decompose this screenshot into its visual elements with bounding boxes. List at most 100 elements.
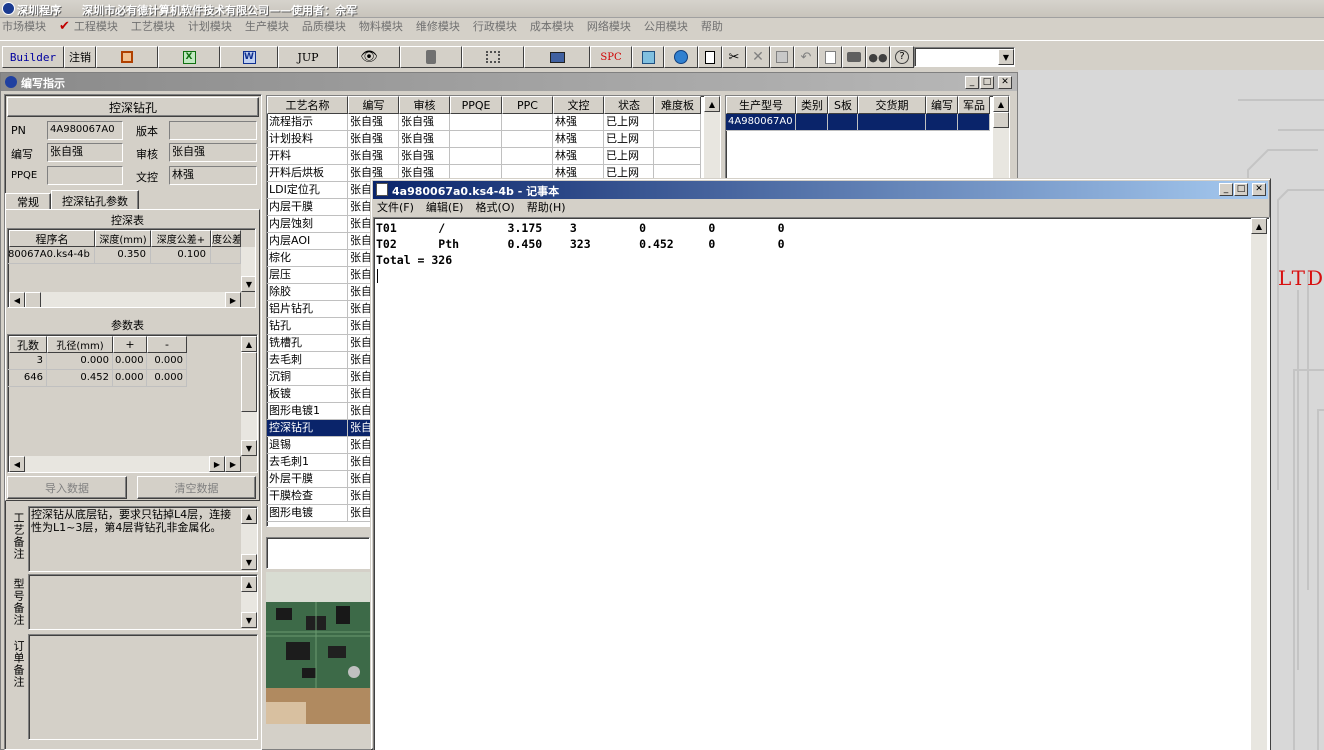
process-cell[interactable] — [654, 114, 701, 131]
process-name-cell[interactable]: 去毛刺1 — [267, 454, 348, 471]
scroll-down-icon[interactable]: ▼ — [241, 276, 255, 292]
menu-item[interactable]: 工程模块 — [74, 20, 118, 33]
scroll-down-icon[interactable]: ▼ — [241, 440, 257, 456]
undo-icon-button[interactable]: ↶ — [794, 46, 818, 68]
toolbar-dropdown[interactable]: ▼ — [914, 47, 1015, 67]
maximize-button[interactable]: □ — [980, 76, 994, 89]
eye-icon-button[interactable]: 👁 — [338, 46, 400, 68]
process-col-header[interactable]: 文控 — [553, 96, 604, 114]
scroll-left-icon[interactable]: ◀ — [9, 456, 25, 472]
product-col-header[interactable]: S板 — [828, 96, 858, 114]
param-cell[interactable]: 0.000 — [47, 353, 113, 370]
product-col-header[interactable]: 类别 — [796, 96, 828, 114]
param-cell[interactable]: 0.000 — [147, 353, 187, 370]
process-name-cell[interactable]: 开料后烘板 — [267, 165, 348, 182]
notepad-menu-item[interactable]: 帮助(H) — [527, 200, 566, 216]
param-table-vscroll[interactable]: ▲ ▼ — [241, 336, 257, 456]
new-icon-button[interactable] — [698, 46, 722, 68]
notepad-vscroll[interactable]: ▲ — [1251, 218, 1267, 750]
depth-table-vscroll[interactable]: ▼ — [241, 247, 255, 292]
menu-item[interactable]: 维修模块 — [416, 20, 460, 33]
process-name-cell[interactable]: 外层干膜 — [267, 471, 348, 488]
process-cell[interactable]: 林强 — [553, 148, 604, 165]
param-cell[interactable]: 3 — [8, 353, 47, 370]
notepad-menu-item[interactable]: 格式(O) — [475, 200, 514, 216]
product-col-header[interactable]: 交货期 — [858, 96, 926, 114]
order-note-text[interactable] — [28, 634, 258, 740]
scroll-right-icon[interactable]: ▶ — [225, 292, 241, 307]
globe-icon-button[interactable] — [664, 46, 698, 68]
scroll-thumb[interactable] — [241, 352, 257, 412]
depth-table-hscroll[interactable]: ◀ ▶ — [9, 292, 241, 307]
save-icon-button[interactable] — [770, 46, 794, 68]
scroll-up-icon[interactable]: ▲ — [241, 576, 257, 592]
process-cell[interactable] — [502, 131, 553, 148]
print-icon-button[interactable] — [842, 46, 866, 68]
word-icon-button[interactable]: W — [220, 46, 278, 68]
jup-button[interactable]: JUP — [278, 46, 338, 68]
depth-cell-tol-minus[interactable] — [211, 247, 241, 264]
process-note-text[interactable]: 控深钻从底层钻，要求只钻掉L4层，连接性为L1~3层，第4层背钻孔非金属化。 ▲… — [28, 506, 258, 572]
process-cell[interactable] — [450, 148, 502, 165]
menu-item[interactable]: 网络模块 — [587, 20, 631, 33]
process-cell[interactable] — [654, 131, 701, 148]
menu-item[interactable]: 物料模块 — [359, 20, 403, 33]
param-col-diameter[interactable]: 孔径(mm) — [47, 336, 113, 353]
process-name-cell[interactable]: 棕化 — [267, 250, 348, 267]
depth-col-tol-plus[interactable]: 深度公差+ — [151, 230, 211, 247]
process-name-cell[interactable]: LDI定位孔 — [267, 182, 348, 199]
param-col-plus[interactable]: + — [113, 336, 147, 353]
note-vscroll[interactable]: ▲ ▼ — [241, 508, 257, 570]
ppqe-field[interactable] — [47, 166, 123, 185]
process-cell[interactable]: 张自强 — [348, 131, 399, 148]
notepad-maximize-button[interactable]: □ — [1234, 183, 1248, 196]
scroll-down-icon[interactable]: ▼ — [241, 554, 257, 570]
process-name-cell[interactable]: 除胶 — [267, 284, 348, 301]
param-cell[interactable]: 646 — [8, 370, 47, 387]
product-col-header[interactable]: 军品 — [958, 96, 990, 114]
product-col-header[interactable]: 编写 — [926, 96, 958, 114]
process-cell[interactable]: 林强 — [553, 114, 604, 131]
process-col-header[interactable]: 编写 — [348, 96, 399, 114]
process-cell[interactable] — [450, 114, 502, 131]
process-name-cell[interactable]: 计划投料 — [267, 131, 348, 148]
product-cell[interactable] — [828, 114, 858, 131]
scroll-right-icon[interactable]: ▶ — [209, 456, 225, 472]
process-search-input[interactable] — [266, 537, 370, 569]
help-icon-button[interactable]: ? — [890, 46, 914, 68]
menu-item[interactable]: 行政模块 — [473, 20, 517, 33]
close-button[interactable]: ✕ — [998, 76, 1012, 89]
notepad-minimize-button[interactable]: _ — [1219, 183, 1233, 196]
process-cell[interactable]: 林强 — [553, 131, 604, 148]
product-col-header[interactable]: 生产型号 — [726, 96, 796, 114]
notepad-close-button[interactable]: ✕ — [1252, 183, 1266, 196]
process-cell[interactable]: 张自强 — [348, 114, 399, 131]
process-name-cell[interactable]: 去毛刺 — [267, 352, 348, 369]
notepad-menu-item[interactable]: 编辑(E) — [426, 200, 464, 216]
process-name-cell[interactable]: 内层干膜 — [267, 199, 348, 216]
database-icon-button[interactable] — [400, 46, 462, 68]
depth-cell-depth[interactable]: 0.350 — [95, 247, 151, 264]
param-cell[interactable]: 0.452 — [47, 370, 113, 387]
product-cell[interactable] — [796, 114, 828, 131]
process-name-cell[interactable]: 板镀 — [267, 386, 348, 403]
import-data-button[interactable]: 导入数据 — [7, 476, 127, 499]
process-col-header[interactable]: 工艺名称 — [267, 96, 348, 114]
scroll-up-icon[interactable]: ▲ — [704, 96, 720, 112]
param-cell[interactable]: 0.000 — [147, 370, 187, 387]
writer-field[interactable]: 张自强 — [47, 143, 123, 162]
param-cell[interactable]: 0.000 — [113, 353, 147, 370]
scroll-down-icon[interactable]: ▼ — [241, 612, 257, 628]
depth-cell-program[interactable]: 80067A0.ks4-4b — [8, 247, 95, 264]
minimize-button[interactable]: _ — [965, 76, 979, 89]
param-table-hscroll[interactable]: ◀ ▶ ▶ — [9, 456, 241, 472]
cut-icon-button[interactable]: ✂ — [722, 46, 746, 68]
find-icon-button[interactable]: ●● — [866, 46, 890, 68]
process-name-cell[interactable]: 内层蚀刻 — [267, 216, 348, 233]
review-field[interactable]: 张自强 — [169, 143, 257, 162]
process-cell[interactable]: 张自强 — [399, 148, 450, 165]
param-col-minus[interactable]: - — [147, 336, 187, 353]
process-name-cell[interactable]: 退锡 — [267, 437, 348, 454]
menu-item[interactable]: 帮助 — [701, 20, 723, 33]
process-cell[interactable]: 张自强 — [399, 114, 450, 131]
